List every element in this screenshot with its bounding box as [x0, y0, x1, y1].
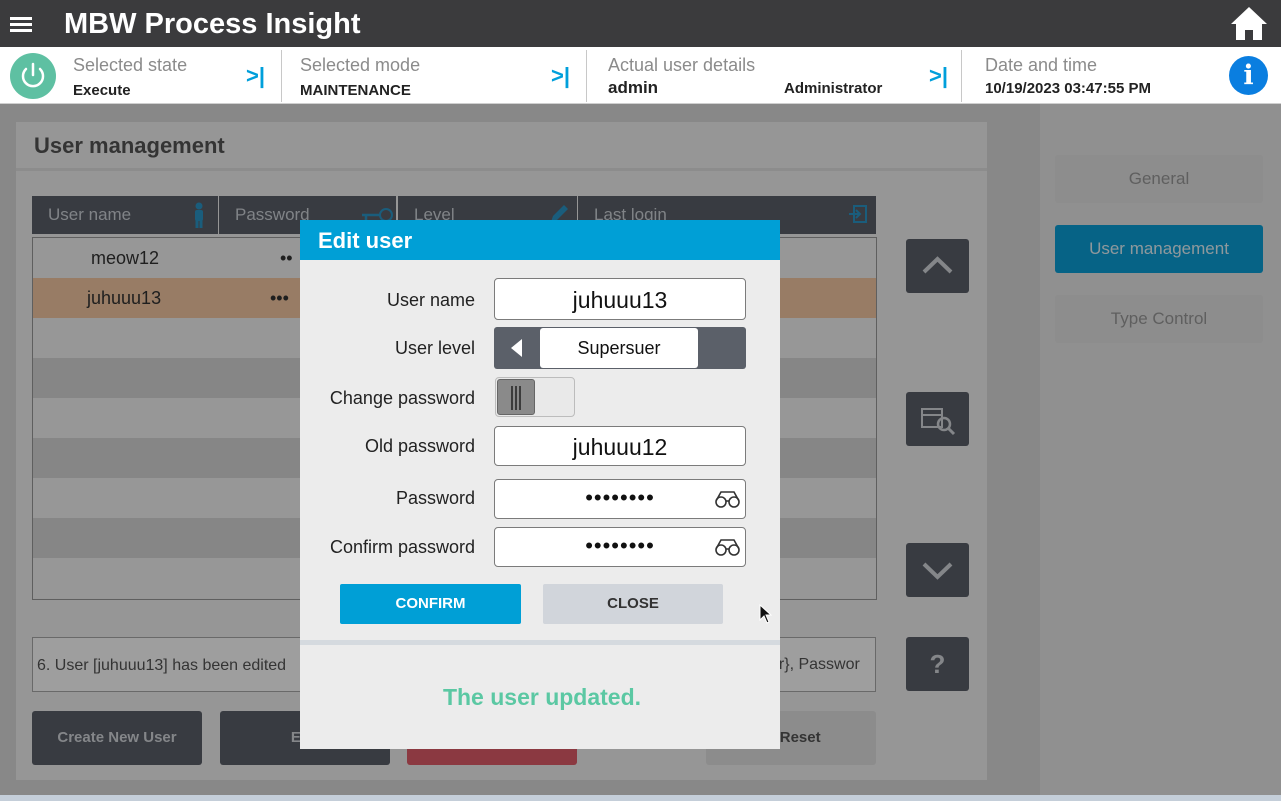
close-button[interactable]: CLOSE — [543, 584, 723, 624]
app-title: MBW Process Insight — [64, 8, 361, 40]
info-icon[interactable]: i — [1229, 56, 1268, 95]
selected-mode-label: Selected mode — [300, 55, 421, 75]
selected-state-label: Selected state — [73, 55, 188, 75]
home-icon[interactable] — [1228, 5, 1270, 43]
eye-glasses-icon[interactable] — [714, 489, 741, 509]
eye-glasses-icon[interactable] — [714, 537, 741, 557]
power-icon[interactable] — [10, 53, 56, 99]
chevron-last-icon[interactable]: >| — [929, 64, 948, 88]
old-password-input[interactable]: juhuuu12 — [494, 426, 746, 466]
triangle-left-icon[interactable] — [506, 337, 528, 359]
selected-mode-value: MAINTENANCE — [300, 82, 411, 99]
user-name-value: admin — [608, 78, 659, 97]
confirm-button[interactable]: CONFIRM — [340, 584, 521, 624]
bottom-strip — [0, 795, 1281, 801]
menu-icon[interactable] — [8, 11, 36, 37]
confirm-password-mask: •••••••• — [585, 533, 655, 558]
confirm-password-label: Confirm password — [329, 537, 475, 557]
toggle-knob[interactable] — [497, 379, 535, 415]
status-divider — [281, 50, 282, 102]
status-message: The user updated. — [442, 684, 642, 710]
selected-state-value: Execute — [73, 82, 131, 99]
dialog-divider — [300, 640, 780, 645]
user-role-value: Administrator — [784, 80, 883, 97]
password-mask: •••••••• — [585, 485, 655, 510]
status-divider — [586, 50, 587, 102]
dialog-title: Edit user — [300, 220, 780, 260]
datetime-label: Date and time — [985, 55, 1098, 75]
user-name-label: User name — [386, 290, 475, 310]
user-details-label: Actual user details — [608, 55, 756, 75]
datetime-value: 10/19/2023 03:47:55 PM — [985, 80, 1151, 97]
old-password-label: Old password — [364, 436, 475, 456]
user-level-label: User level — [394, 338, 475, 358]
change-password-label: Change password — [329, 388, 475, 408]
chevron-last-icon[interactable]: >| — [246, 64, 265, 88]
mouse-cursor-icon — [759, 603, 773, 624]
status-divider — [961, 50, 962, 102]
password-label: Password — [395, 488, 475, 508]
user-name-input[interactable]: juhuuu13 — [494, 278, 746, 320]
user-level-value: Supersuer — [540, 328, 698, 368]
chevron-last-icon[interactable]: >| — [551, 64, 570, 88]
